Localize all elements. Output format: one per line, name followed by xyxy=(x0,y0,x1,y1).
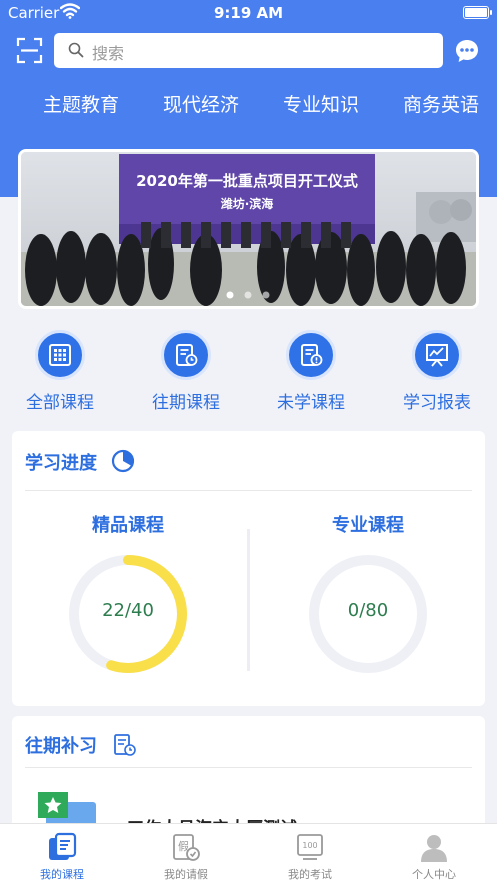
message-icon[interactable] xyxy=(454,38,480,64)
professional-course-ring: 0/80 xyxy=(305,551,431,677)
professional-course-value: 0/80 xyxy=(347,600,389,621)
battery-icon xyxy=(463,6,492,19)
premium-course-label: 精品课程 xyxy=(92,515,164,536)
carousel-dot[interactable] xyxy=(244,291,252,299)
grid-book-icon xyxy=(35,330,85,380)
category-tabs: 主题教育 现代经济 专业知识 商务英语 xyxy=(0,90,497,120)
tab-my-leave[interactable]: 假 我的请假 xyxy=(124,824,248,883)
professional-course-progress[interactable]: 专业课程 0/80 xyxy=(268,511,468,677)
past-tutoring-card: 往期补习 工作人员海宁大厦测试 xyxy=(12,716,485,839)
professional-course-label: 专业课程 xyxy=(332,515,404,536)
tab-my-courses-label: 我的课程 xyxy=(40,868,84,881)
study-report-label: 学习报表 xyxy=(403,393,471,413)
tab-my-exams-label: 我的考试 xyxy=(288,868,332,881)
past-tutoring-title[interactable]: 往期补习 xyxy=(25,732,137,762)
clock: 9:19 AM xyxy=(213,4,284,22)
learning-progress-title: 学习进度 xyxy=(25,449,135,478)
unread-document-icon xyxy=(286,330,336,380)
premium-course-progress[interactable]: 精品课程 22/40 xyxy=(28,511,228,677)
my-course-icon xyxy=(47,832,77,862)
divider xyxy=(247,529,250,671)
all-courses-label: 全部课程 xyxy=(26,393,94,413)
exam-icon: 100 xyxy=(295,832,325,862)
learning-progress-card: 学习进度 精品课程 22/40 专业课程 0/80 xyxy=(12,431,485,706)
search-input[interactable]: 搜索 xyxy=(54,33,443,68)
premium-course-value: 22/40 xyxy=(102,600,154,621)
tab-personal-center-label: 个人中心 xyxy=(412,868,456,881)
banner-subline: 潍坊·滨海 xyxy=(220,196,274,211)
past-courses-button[interactable]: 往期课程 xyxy=(136,330,236,413)
tab-professional-knowledge[interactable]: 专业知识 xyxy=(283,90,359,117)
tab-my-leave-label: 我的请假 xyxy=(164,868,208,881)
banner-carousel[interactable]: 2020年第一批重点项目开工仪式 潍坊·滨海 xyxy=(18,149,479,309)
divider xyxy=(25,767,472,768)
carousel-dot[interactable] xyxy=(226,291,234,299)
search-placeholder: 搜索 xyxy=(92,44,125,63)
tab-business-english[interactable]: 商务英语 xyxy=(403,90,479,117)
report-chart-icon xyxy=(412,330,462,380)
premium-course-ring: 22/40 xyxy=(65,551,191,677)
leave-request-icon: 假 xyxy=(171,832,201,862)
tab-my-exams[interactable]: 100 我的考试 xyxy=(248,824,372,883)
unlearned-courses-button[interactable]: 未学课程 xyxy=(261,330,361,413)
carousel-dot[interactable] xyxy=(262,291,270,299)
history-document-icon xyxy=(161,330,211,380)
scan-icon[interactable] xyxy=(16,37,43,64)
tab-theme-education[interactable]: 主题教育 xyxy=(43,90,119,117)
profile-icon xyxy=(419,832,449,862)
all-courses-button[interactable]: 全部课程 xyxy=(10,330,110,413)
study-report-button[interactable]: 学习报表 xyxy=(387,330,487,413)
svg-text:100: 100 xyxy=(302,841,317,850)
bottom-tab-bar: 我的课程 假 我的请假 100 我的考试 个人中心 xyxy=(0,823,497,883)
banner-headline: 2020年第一批重点项目开工仪式 xyxy=(136,172,358,190)
past-tutoring-title-text: 往期补习 xyxy=(25,736,97,757)
search-icon xyxy=(68,42,84,62)
history-document-icon xyxy=(113,733,137,762)
tab-personal-center[interactable]: 个人中心 xyxy=(372,824,496,883)
tab-modern-economy[interactable]: 现代经济 xyxy=(163,90,239,117)
unlearned-courses-label: 未学课程 xyxy=(277,393,345,413)
past-courses-label: 往期课程 xyxy=(152,393,220,413)
divider xyxy=(25,490,472,491)
tab-my-courses[interactable]: 我的课程 xyxy=(0,824,124,883)
pie-chart-icon xyxy=(111,449,135,478)
status-bar: Carrier 9:19 AM xyxy=(0,0,497,26)
learning-progress-title-text: 学习进度 xyxy=(25,453,97,474)
